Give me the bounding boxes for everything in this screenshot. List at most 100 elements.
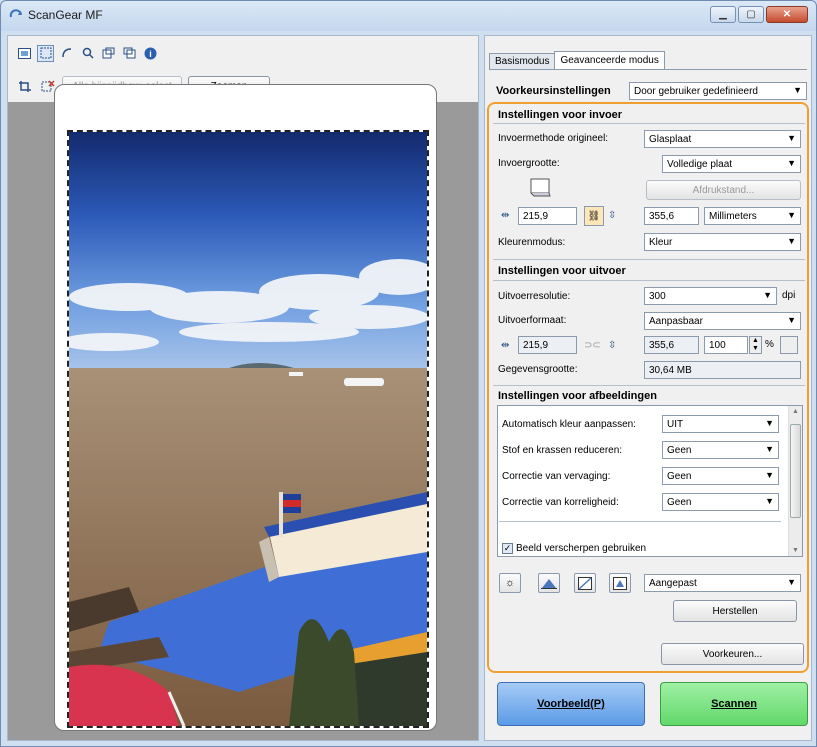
close-button[interactable]: ✕ (766, 6, 808, 23)
window-title: ScanGear MF (28, 8, 103, 22)
chevron-down-icon: ▼ (787, 133, 796, 143)
scroll-thumb[interactable] (790, 424, 801, 518)
data-size-field: 30,64 MB (644, 361, 801, 379)
chevron-down-icon: ▼ (787, 236, 796, 246)
auto-color-label: Automatisch kleur aanpassen: (502, 419, 636, 430)
fading-label: Correctie van vervaging: (502, 471, 611, 482)
grain-value: Geen (667, 496, 692, 508)
tone-curve-icon (578, 576, 592, 590)
unit-select[interactable]: Millimeters ▼ (704, 207, 801, 225)
data-size-label: Gegevensgrootte: (498, 364, 578, 375)
tab-divider (489, 69, 807, 70)
auto-color-select[interactable]: UIT ▼ (662, 415, 779, 433)
rotate-left-icon[interactable] (100, 45, 117, 62)
lock-icon: ⛓ (587, 210, 601, 222)
output-height-field[interactable]: 355,6 (644, 336, 699, 354)
svg-text:i: i (149, 49, 152, 59)
divider (493, 123, 805, 124)
scale-field[interactable]: 100 (704, 336, 748, 354)
scangear-app-icon (9, 9, 22, 18)
info-icon[interactable]: i (142, 45, 159, 62)
color-mode-select[interactable]: Kleur ▼ (644, 233, 801, 251)
dust-select[interactable]: Geen ▼ (662, 441, 779, 459)
orientation-icon[interactable] (528, 177, 554, 202)
crop-frame-icon[interactable] (37, 44, 54, 62)
output-resolution-select[interactable]: 300 ▼ (644, 287, 777, 305)
input-height-field[interactable]: 355,6 (644, 207, 699, 225)
auto-crop-icon[interactable] (16, 78, 33, 95)
chevron-down-icon: ▼ (787, 577, 796, 587)
favorites-select[interactable]: Door gebruiker gedefinieerd ▼ (629, 82, 807, 100)
preferences-button[interactable]: Voorkeuren... (661, 643, 804, 665)
adjust-select[interactable]: Aangepast ▼ (644, 574, 801, 592)
favorites-value: Door gebruiker gedefinieerd (634, 85, 758, 97)
maximize-icon: ▢ (746, 9, 756, 20)
sharpen-checkbox[interactable]: ✓ (502, 543, 513, 554)
image-settings-heading: Instellingen voor afbeeldingen (498, 390, 657, 402)
input-width-field[interactable]: 215,9 (518, 207, 577, 225)
output-resolution-label: Uitvoerresolutie: (498, 291, 571, 302)
preview-button[interactable]: Voorbeeld(P) (497, 682, 645, 726)
chevron-down-icon: ▼ (765, 470, 774, 480)
divider (493, 385, 805, 386)
dust-label: Stof en krassen reduceren: (502, 445, 623, 456)
output-width-field[interactable]: 215,9 (518, 336, 577, 354)
grain-label: Correctie van korreligheid: (502, 497, 619, 508)
histogram-icon (541, 579, 557, 589)
input-method-select[interactable]: Glasplaat ▼ (644, 130, 801, 148)
thumbnail-icon[interactable] (16, 45, 33, 62)
aspect-lock-button[interactable]: ⛓ (584, 206, 604, 226)
histogram-button[interactable] (538, 573, 560, 593)
divider (499, 521, 781, 522)
image-settings-scrollbar[interactable]: ▲ ▼ (788, 406, 802, 556)
zoom-icon[interactable] (79, 45, 96, 62)
minimize-button[interactable]: ▁ (710, 6, 736, 23)
dust-value: Geen (667, 444, 692, 456)
fading-select[interactable]: Geen ▼ (662, 467, 779, 485)
adjust-value: Aangepast (649, 577, 697, 589)
move-image-icon[interactable] (58, 45, 75, 62)
rotate-right-icon[interactable] (121, 45, 138, 62)
output-size-select[interactable]: Aanpasbaar ▼ (644, 312, 801, 330)
input-size-select[interactable]: Volledige plaat ▼ (662, 155, 801, 173)
tab-advanced-mode[interactable]: Geavanceerde modus (554, 51, 665, 69)
check-icon: ✓ (503, 543, 512, 553)
percent-label: % (765, 339, 774, 350)
link-icon: ⊃⊂ (584, 340, 601, 351)
chevron-down-icon: ▼ (793, 85, 802, 95)
reset-button[interactable]: Herstellen (673, 600, 797, 622)
scale-spinner[interactable]: ▲ ▼ (749, 336, 762, 354)
dpi-label: dpi (782, 290, 796, 301)
output-resolution-value: 300 (649, 290, 666, 302)
input-settings-heading: Instellingen voor invoer (498, 109, 623, 121)
spin-up-icon: ▲ (752, 337, 759, 344)
output-size-label: Uitvoerformaat: (498, 315, 567, 326)
auto-color-value: UIT (667, 418, 684, 430)
height-icon: ⇳ (608, 210, 617, 221)
fit-page-icon[interactable] (780, 336, 798, 354)
brightness-button[interactable]: ☼ (499, 573, 521, 593)
unit-value: Millimeters (709, 210, 757, 222)
close-icon: ✕ (782, 9, 792, 20)
output-settings-heading: Instellingen voor uitvoer (498, 265, 626, 277)
input-method-value: Glasplaat (649, 133, 692, 145)
final-review-button[interactable] (609, 573, 631, 593)
chevron-down-icon: ▼ (787, 210, 796, 220)
height-icon: ⇳ (608, 340, 617, 351)
color-mode-label: Kleurenmodus: (498, 237, 566, 248)
favorites-label: Voorkeursinstellingen (496, 85, 611, 97)
tone-curve-button[interactable] (574, 573, 596, 593)
orientation-button[interactable]: Afdrukstand... (646, 180, 801, 200)
input-size-label: Invoergrootte: (498, 158, 560, 169)
grain-select[interactable]: Geen ▼ (662, 493, 779, 511)
scan-button-label: Scannen (711, 698, 757, 710)
scan-button[interactable]: Scannen (660, 682, 808, 726)
maximize-button[interactable]: ▢ (738, 6, 764, 23)
color-mode-value: Kleur (649, 236, 673, 248)
width-icon: ⇹ (501, 210, 510, 221)
preview-image[interactable] (67, 130, 429, 728)
divider (493, 259, 805, 260)
tab-basic-mode[interactable]: Basismodus (489, 53, 556, 69)
final-review-icon (613, 576, 627, 590)
chevron-down-icon: ▼ (787, 158, 796, 168)
